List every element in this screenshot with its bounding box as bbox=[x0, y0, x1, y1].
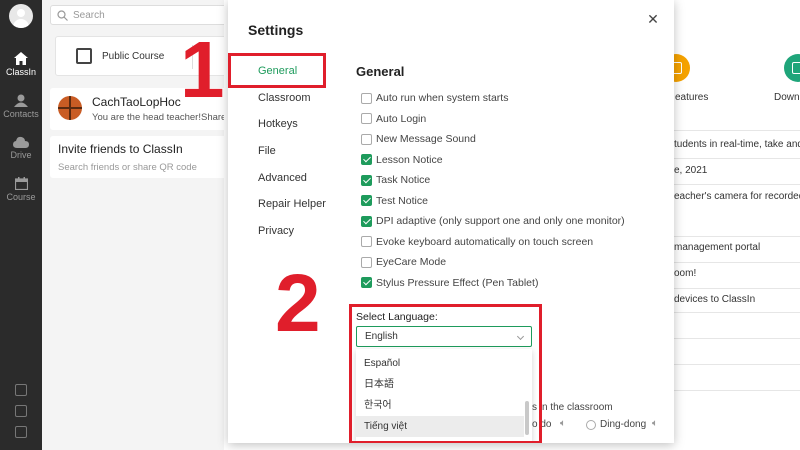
settings-dialog: Settings ✕ General Classroom Hotkeys Fil… bbox=[228, 0, 674, 443]
setting-option[interactable]: DPI adaptive (only support one and only … bbox=[361, 214, 625, 228]
nav-hotkeys[interactable]: Hotkeys bbox=[258, 118, 298, 130]
divider bbox=[670, 364, 800, 365]
speaker-icon[interactable]: 🔈︎ bbox=[560, 418, 566, 429]
invite-title: Invite friends to ClassIn bbox=[58, 142, 183, 156]
speaker-icon[interactable]: 🔈︎ bbox=[652, 418, 658, 429]
highlight-box-general bbox=[228, 53, 326, 88]
divider bbox=[670, 312, 800, 313]
divider bbox=[670, 158, 800, 159]
setting-option[interactable]: Stylus Pressure Effect (Pen Tablet) bbox=[361, 276, 538, 290]
chat-name: CachTaoLopHoc bbox=[92, 95, 181, 109]
home-icon bbox=[14, 52, 28, 65]
checkbox-checked[interactable] bbox=[361, 174, 372, 186]
search-input[interactable]: Search bbox=[50, 5, 250, 25]
setting-option-label: Lesson Notice bbox=[376, 153, 443, 166]
nav-advanced[interactable]: Advanced bbox=[258, 172, 307, 184]
divider bbox=[670, 236, 800, 237]
sound-option-ding: Ding-dong bbox=[600, 419, 647, 430]
section-title: General bbox=[356, 64, 405, 79]
public-course-icon bbox=[76, 48, 92, 64]
checkbox-unchecked[interactable] bbox=[361, 113, 372, 124]
radio-ding-dong[interactable] bbox=[586, 420, 596, 430]
setting-option-label: Auto Login bbox=[376, 112, 427, 125]
setting-option-label: Evoke keyboard automatically on touch sc… bbox=[376, 235, 594, 248]
feed-line: oom! bbox=[674, 268, 697, 279]
divider bbox=[670, 390, 800, 391]
setting-option[interactable]: Task Notice bbox=[361, 173, 430, 187]
checkbox-unchecked[interactable] bbox=[361, 236, 372, 247]
feed-line: eacher's camera for recorded o bbox=[674, 191, 800, 202]
setting-option-label: DPI adaptive (only support one and only … bbox=[376, 215, 625, 227]
feed-line: devices to ClassIn bbox=[674, 294, 756, 305]
rail-label-course: Course bbox=[6, 192, 36, 202]
edit-icon[interactable] bbox=[15, 405, 27, 417]
setting-option-label: Auto run when system starts bbox=[376, 92, 509, 104]
classroom-sound-label: s in the classroom bbox=[532, 402, 613, 413]
rail-item-drive[interactable]: Drive bbox=[0, 136, 42, 160]
setting-option[interactable]: Lesson Notice bbox=[361, 153, 443, 167]
rail-item-contacts[interactable]: Contacts bbox=[0, 94, 42, 119]
invite-sub: Search friends or share QR code bbox=[58, 162, 197, 173]
avatar[interactable] bbox=[9, 4, 33, 28]
tile2-label: Down bbox=[774, 92, 800, 103]
setting-option-label: Stylus Pressure Effect (Pen Tablet) bbox=[376, 276, 539, 289]
checkbox-unchecked[interactable] bbox=[361, 92, 372, 104]
checkbox-checked[interactable] bbox=[361, 195, 372, 206]
rail-label-classin: ClassIn bbox=[5, 67, 36, 77]
public-course-label: Public Course bbox=[102, 51, 165, 62]
divider bbox=[670, 288, 800, 289]
feed-line: tudents in real-time, take and s bbox=[674, 139, 800, 150]
setting-option-label: Test Notice bbox=[376, 194, 428, 207]
checkbox-checked[interactable] bbox=[361, 154, 372, 165]
dialog-title: Settings bbox=[248, 22, 304, 38]
setting-option[interactable]: New Message Sound bbox=[361, 132, 476, 146]
setting-option[interactable]: Auto run when system starts bbox=[361, 91, 508, 105]
rail-item-course[interactable]: Course bbox=[0, 177, 42, 202]
task-icon[interactable] bbox=[15, 426, 27, 438]
calendar-icon bbox=[14, 177, 28, 190]
checkbox-unchecked[interactable] bbox=[361, 133, 372, 145]
divider bbox=[670, 130, 800, 131]
divider bbox=[670, 338, 800, 339]
left-rail: ClassIn Contacts Drive Course bbox=[0, 0, 42, 450]
rail-label-contacts: Contacts bbox=[3, 109, 39, 119]
checkbox-checked[interactable] bbox=[361, 277, 372, 288]
nav-file[interactable]: File bbox=[258, 145, 276, 157]
setting-option[interactable]: EyeCare Mode bbox=[361, 255, 446, 269]
cloud-icon bbox=[13, 136, 29, 148]
search-icon bbox=[57, 10, 68, 21]
highlight-box-language bbox=[349, 304, 542, 443]
search-placeholder: Search bbox=[73, 10, 105, 21]
divider bbox=[670, 262, 800, 263]
checkbox-unchecked[interactable] bbox=[361, 256, 372, 268]
checkbox-checked[interactable] bbox=[361, 215, 372, 227]
rail-label-drive: Drive bbox=[10, 150, 32, 160]
nav-privacy[interactable]: Privacy bbox=[258, 225, 294, 237]
feed-line: management portal bbox=[674, 242, 761, 253]
annotation-step-1: 1 bbox=[180, 25, 225, 114]
feed-line: e, 2021 bbox=[674, 165, 708, 176]
contacts-icon bbox=[14, 94, 28, 107]
annotation-step-2: 2 bbox=[275, 258, 321, 349]
export-icon[interactable] bbox=[15, 384, 27, 396]
nav-repair-helper[interactable]: Repair Helper bbox=[258, 198, 326, 210]
setting-option[interactable]: Auto Login bbox=[361, 112, 426, 126]
nav-classroom[interactable]: Classroom bbox=[258, 92, 311, 104]
setting-option-label: EyeCare Mode bbox=[376, 256, 447, 268]
setting-option[interactable]: Test Notice bbox=[361, 194, 428, 208]
setting-option-label: Task Notice bbox=[376, 174, 431, 186]
setting-option-label: New Message Sound bbox=[376, 133, 476, 145]
close-icon[interactable]: ✕ bbox=[646, 12, 660, 26]
tile1-label: eatures bbox=[675, 92, 709, 103]
basketball-avatar-icon bbox=[58, 96, 82, 120]
rail-item-classin[interactable]: ClassIn bbox=[0, 52, 42, 77]
divider bbox=[670, 184, 800, 185]
setting-option[interactable]: Evoke keyboard automatically on touch sc… bbox=[361, 235, 593, 249]
